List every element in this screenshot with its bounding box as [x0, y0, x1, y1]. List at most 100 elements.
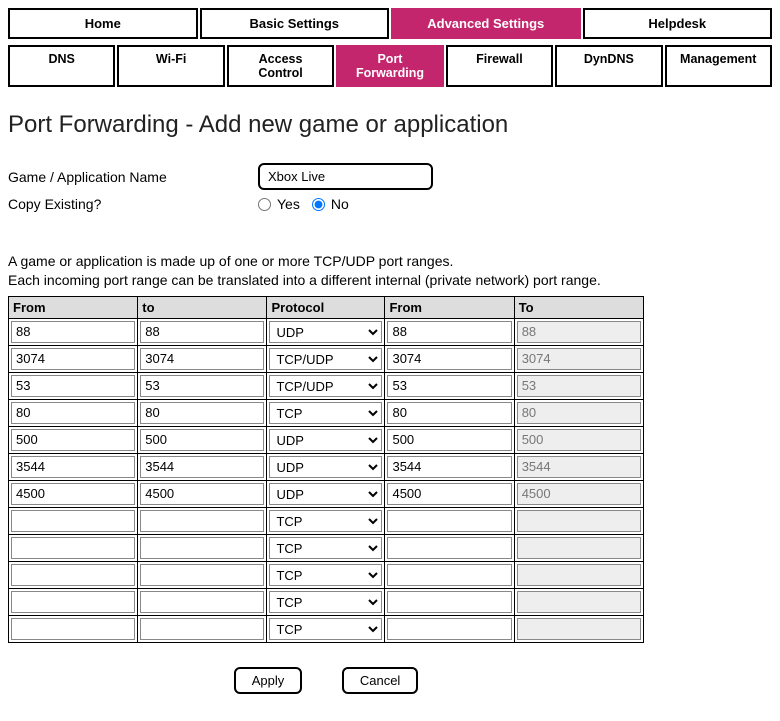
to-internal-input	[517, 375, 641, 397]
to-external-input[interactable]	[140, 348, 264, 370]
from-external-input[interactable]	[11, 618, 135, 640]
protocol-select[interactable]: TCPUDPTCP/UDP	[269, 483, 382, 505]
from-internal-input[interactable]	[387, 564, 511, 586]
copy-yes-label[interactable]: Yes	[277, 196, 300, 212]
to-external-input[interactable]	[140, 510, 264, 532]
desc-line-1: A game or application is made up of one …	[8, 252, 772, 271]
protocol-select[interactable]: TCPUDPTCP/UDP	[269, 591, 382, 613]
to-internal-input	[517, 618, 641, 640]
apply-button[interactable]: Apply	[234, 667, 303, 694]
from-external-input[interactable]	[11, 429, 135, 451]
sub-nav: DNSWi-FiAccess ControlPort ForwardingFir…	[8, 45, 772, 87]
port-table-header-2: Protocol	[267, 296, 385, 318]
top-nav-item-home[interactable]: Home	[8, 8, 198, 39]
description: A game or application is made up of one …	[8, 252, 772, 290]
sub-nav-item-firewall[interactable]: Firewall	[446, 45, 553, 87]
top-nav-item-advanced-settings[interactable]: Advanced Settings	[391, 8, 581, 39]
table-row: TCPUDPTCP/UDP	[9, 534, 644, 561]
desc-line-2: Each incoming port range can be translat…	[8, 271, 772, 290]
top-nav-item-helpdesk[interactable]: Helpdesk	[583, 8, 773, 39]
protocol-select[interactable]: TCPUDPTCP/UDP	[269, 375, 382, 397]
to-internal-input	[517, 348, 641, 370]
copy-no-label[interactable]: No	[331, 196, 349, 212]
table-row: TCPUDPTCP/UDP	[9, 588, 644, 615]
from-external-input[interactable]	[11, 348, 135, 370]
top-nav-item-basic-settings[interactable]: Basic Settings	[200, 8, 390, 39]
from-internal-input[interactable]	[387, 591, 511, 613]
protocol-select[interactable]: TCPUDPTCP/UDP	[269, 537, 382, 559]
to-internal-input	[517, 564, 641, 586]
button-row: Apply Cancel	[8, 667, 644, 694]
from-external-input[interactable]	[11, 483, 135, 505]
to-external-input[interactable]	[140, 429, 264, 451]
to-external-input[interactable]	[140, 591, 264, 613]
table-row: TCPUDPTCP/UDP	[9, 345, 644, 372]
to-external-input[interactable]	[140, 456, 264, 478]
to-internal-input	[517, 537, 641, 559]
from-internal-input[interactable]	[387, 483, 511, 505]
to-external-input[interactable]	[140, 537, 264, 559]
to-external-input[interactable]	[140, 375, 264, 397]
sub-nav-item-dns[interactable]: DNS	[8, 45, 115, 87]
from-internal-input[interactable]	[387, 402, 511, 424]
to-internal-input	[517, 429, 641, 451]
to-external-input[interactable]	[140, 402, 264, 424]
copy-radio-group: Yes No	[258, 196, 357, 212]
to-external-input[interactable]	[140, 564, 264, 586]
from-external-input[interactable]	[11, 537, 135, 559]
sub-nav-item-dyndns[interactable]: DynDNS	[555, 45, 662, 87]
sub-nav-item-wi-fi[interactable]: Wi-Fi	[117, 45, 224, 87]
from-internal-input[interactable]	[387, 537, 511, 559]
copy-no-radio[interactable]	[312, 198, 325, 211]
table-row: TCPUDPTCP/UDP	[9, 480, 644, 507]
copy-yes-radio[interactable]	[258, 198, 271, 211]
table-row: TCPUDPTCP/UDP	[9, 453, 644, 480]
copy-label: Copy Existing?	[8, 196, 258, 212]
from-internal-input[interactable]	[387, 375, 511, 397]
port-table-header-1: to	[138, 296, 267, 318]
table-row: TCPUDPTCP/UDP	[9, 372, 644, 399]
protocol-select[interactable]: TCPUDPTCP/UDP	[269, 348, 382, 370]
cancel-button[interactable]: Cancel	[342, 667, 418, 694]
to-internal-input	[517, 591, 641, 613]
table-row: TCPUDPTCP/UDP	[9, 561, 644, 588]
table-row: TCPUDPTCP/UDP	[9, 615, 644, 642]
from-internal-input[interactable]	[387, 456, 511, 478]
name-input[interactable]	[258, 163, 433, 190]
protocol-select[interactable]: TCPUDPTCP/UDP	[269, 618, 382, 640]
protocol-select[interactable]: TCPUDPTCP/UDP	[269, 564, 382, 586]
from-external-input[interactable]	[11, 402, 135, 424]
protocol-select[interactable]: TCPUDPTCP/UDP	[269, 402, 382, 424]
from-external-input[interactable]	[11, 564, 135, 586]
from-internal-input[interactable]	[387, 348, 511, 370]
to-internal-input	[517, 402, 641, 424]
to-external-input[interactable]	[140, 618, 264, 640]
from-external-input[interactable]	[11, 456, 135, 478]
port-table-body: TCPUDPTCP/UDP TCPUDPTCP/UDP TCPUDPTCP/UDP T…	[9, 318, 644, 642]
sub-nav-item-access-control[interactable]: Access Control	[227, 45, 334, 87]
from-internal-input[interactable]	[387, 618, 511, 640]
port-table-header-4: To	[514, 296, 643, 318]
table-row: TCPUDPTCP/UDP	[9, 318, 644, 345]
protocol-select[interactable]: TCPUDPTCP/UDP	[269, 429, 382, 451]
from-external-input[interactable]	[11, 591, 135, 613]
to-internal-input	[517, 483, 641, 505]
from-internal-input[interactable]	[387, 321, 511, 343]
from-internal-input[interactable]	[387, 510, 511, 532]
name-label: Game / Application Name	[8, 169, 258, 185]
protocol-select[interactable]: TCPUDPTCP/UDP	[269, 456, 382, 478]
sub-nav-item-port-forwarding[interactable]: Port Forwarding	[336, 45, 443, 87]
from-external-input[interactable]	[11, 321, 135, 343]
protocol-select[interactable]: TCPUDPTCP/UDP	[269, 321, 382, 343]
to-external-input[interactable]	[140, 321, 264, 343]
form-row-copy: Copy Existing? Yes No	[8, 196, 772, 212]
to-internal-input	[517, 456, 641, 478]
protocol-select[interactable]: TCPUDPTCP/UDP	[269, 510, 382, 532]
from-external-input[interactable]	[11, 375, 135, 397]
sub-nav-item-management[interactable]: Management	[665, 45, 772, 87]
from-internal-input[interactable]	[387, 429, 511, 451]
port-table-header-0: From	[9, 296, 138, 318]
from-external-input[interactable]	[11, 510, 135, 532]
port-table-header-row: FromtoProtocolFromTo	[9, 296, 644, 318]
to-external-input[interactable]	[140, 483, 264, 505]
